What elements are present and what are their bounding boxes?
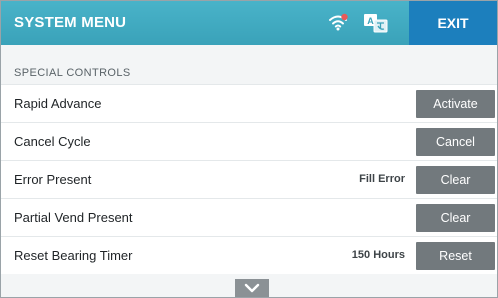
scroll-down-button[interactable] xyxy=(235,279,269,297)
error-value: Fill Error xyxy=(359,173,405,185)
row-label: Partial Vend Present xyxy=(14,210,133,225)
row-label: Reset Bearing Timer xyxy=(14,248,133,263)
chevron-down-icon xyxy=(244,283,260,293)
cancel-button[interactable]: Cancel xyxy=(416,128,495,156)
controls-list: Rapid Advance Activate Cancel Cycle Canc… xyxy=(1,84,497,274)
page-title: SYSTEM MENU xyxy=(14,14,127,31)
exit-button[interactable]: EXIT xyxy=(409,1,497,45)
system-menu-screen: SYSTEM MENU A EXIT SPECIAL CONTROLS Rapi… xyxy=(0,0,498,298)
bearing-hours-value: 150 Hours xyxy=(351,249,405,261)
row-rapid-advance: Rapid Advance Activate xyxy=(1,84,497,122)
language-icon[interactable]: A xyxy=(363,13,389,33)
clear-partial-vend-button[interactable]: Clear xyxy=(416,204,495,232)
wifi-off-icon xyxy=(329,13,348,31)
row-error-present: Error Present Fill Error Clear xyxy=(1,160,497,198)
reset-button[interactable]: Reset xyxy=(416,242,495,270)
row-partial-vend-present: Partial Vend Present Clear xyxy=(1,198,497,236)
row-label: Error Present xyxy=(14,172,92,187)
row-label: Rapid Advance xyxy=(14,96,102,111)
clear-error-button[interactable]: Clear xyxy=(416,166,495,194)
row-label: Cancel Cycle xyxy=(14,134,91,149)
row-reset-bearing-timer: Reset Bearing Timer 150 Hours Reset xyxy=(1,236,497,274)
row-cancel-cycle: Cancel Cycle Cancel xyxy=(1,122,497,160)
header-bar: SYSTEM MENU A EXIT xyxy=(1,1,497,45)
svg-text:A: A xyxy=(367,16,374,26)
activate-button[interactable]: Activate xyxy=(416,90,495,118)
section-title: SPECIAL CONTROLS xyxy=(14,67,131,79)
